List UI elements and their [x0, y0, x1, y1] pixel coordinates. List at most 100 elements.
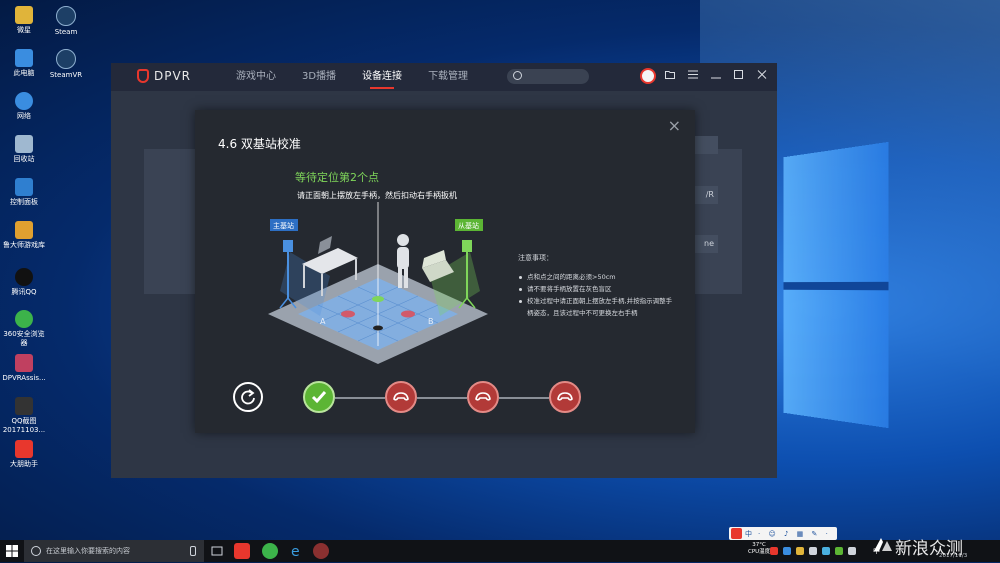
note-item: 校准过程中请正面朝上摆放左手柄,并按指示调整手柄姿态，且该过程中不可更换左右手柄	[518, 295, 678, 319]
taskbar-app-360-browser[interactable]	[262, 543, 278, 559]
dpvr-logo: DPVR	[137, 69, 191, 83]
msi-icon	[15, 6, 33, 24]
person-head-icon	[397, 234, 409, 246]
desktop-icon-dpvr-assistant[interactable]: DPVRAssis...	[0, 354, 48, 383]
maximize-button[interactable]	[732, 68, 746, 84]
folder-button[interactable]	[663, 68, 677, 84]
step-title: 等待定位第2个点	[295, 171, 379, 184]
desktop-icon-this-pc[interactable]: 此电脑	[0, 49, 48, 78]
desktop-icon-qq-screenshot[interactable]: QQ截图20171103...	[0, 397, 48, 435]
note-item: 点和点之间的距离必须>50cm	[518, 271, 678, 283]
ime-tool-icons: ⋅ ☺ ♪ ▦ ✎ ⋅	[758, 529, 831, 538]
desktop-icon-network[interactable]: 网络	[0, 92, 48, 121]
sub-station-label: 从基站	[458, 221, 479, 230]
taskbar-search-box[interactable]: 在这里输入你要搜索的内容	[24, 540, 204, 562]
steam-icon	[56, 6, 76, 26]
step-4	[549, 381, 581, 413]
taskbar-app-dpvr[interactable]	[234, 543, 250, 559]
taskbar-app-ie[interactable]: e	[289, 543, 305, 560]
cortana-icon	[31, 546, 41, 556]
note-item: 请不要将手柄放置在灰色盲区	[518, 283, 678, 295]
tray-app-icon[interactable]	[770, 547, 778, 555]
svg-text:e: e	[291, 544, 300, 559]
titlebar-controls	[631, 68, 769, 84]
controller-icon	[475, 392, 491, 401]
close-window-button[interactable]	[755, 68, 769, 84]
marker-right	[401, 310, 415, 318]
ime-mode-label: 中	[745, 529, 752, 538]
main-nav: 游戏中心 3D播播 设备连接 下载管理	[236, 63, 494, 91]
windows-wallpaper-logo	[783, 141, 889, 429]
image-file-icon	[15, 397, 33, 415]
taskbar-app-game[interactable]	[313, 543, 329, 559]
search-input[interactable]	[507, 69, 589, 84]
close-icon	[757, 70, 767, 79]
tray-app-icon[interactable]	[809, 547, 817, 555]
desktop-icon-steamvr[interactable]: SteamVR	[44, 49, 88, 79]
dialog-close-button[interactable]: ×	[668, 116, 681, 135]
sina-logo-icon	[874, 538, 892, 551]
user-avatar-button[interactable]	[640, 68, 656, 84]
step-2	[385, 381, 417, 413]
step-1	[303, 381, 335, 413]
minimize-icon	[711, 77, 721, 79]
folder-icon	[665, 71, 675, 79]
control-panel-icon	[15, 178, 33, 196]
calibration-dialog: 4.6 双基站校准 × 等待定位第2个点 请正面朝上摆放左手柄，然后扣动右手柄扳…	[195, 110, 695, 433]
desktop-icon-ludashi[interactable]: 鲁大师游戏库	[0, 221, 48, 250]
point-a-label: A	[320, 317, 326, 326]
tray-app-icon[interactable]	[783, 547, 791, 555]
reset-button[interactable]	[233, 382, 263, 412]
main-station-icon	[283, 240, 293, 252]
cpu-temperature: 37°C CPU温度	[748, 542, 771, 555]
marker-current	[372, 296, 384, 302]
desktop-icon-msi[interactable]: 微星	[0, 6, 48, 35]
notes-title: 注意事项：	[518, 254, 553, 262]
sogou-icon	[731, 528, 742, 539]
desktop-icon-qq[interactable]: 腾讯QQ	[0, 268, 48, 297]
dpvr-logo-icon	[137, 69, 149, 83]
ie-icon: e	[291, 544, 300, 560]
calibration-steps	[233, 380, 583, 416]
windows-start-icon[interactable]	[6, 545, 18, 557]
point-b-label: B	[428, 317, 434, 326]
steamvr-icon	[56, 49, 76, 69]
tray-app-icon[interactable]	[848, 547, 856, 555]
microphone-icon[interactable]	[190, 546, 196, 556]
laptop-icon	[318, 236, 332, 254]
desktop-icon-steam[interactable]: Steam	[44, 6, 88, 36]
taskbar-search-placeholder: 在这里输入你要搜索的内容	[46, 547, 130, 555]
tray-app-icon[interactable]	[822, 547, 830, 555]
desktop-icon-dapeng-helper[interactable]: 大朋助手	[0, 440, 48, 469]
reset-icon	[241, 389, 255, 405]
maximize-icon	[734, 70, 743, 79]
tray-app-icon[interactable]	[796, 547, 804, 555]
minimize-button[interactable]	[709, 68, 723, 84]
sub-station-icon	[462, 240, 472, 252]
desktop-icon-control-panel[interactable]: 控制面板	[0, 178, 48, 207]
menu-button[interactable]	[686, 68, 700, 84]
nav-download-manager[interactable]: 下载管理	[428, 63, 468, 91]
step-connector	[499, 397, 549, 399]
task-view-button[interactable]	[209, 543, 225, 559]
watermark: 新浪众测	[895, 539, 963, 559]
marker-left	[341, 310, 355, 318]
recycle-bin-icon	[15, 135, 33, 153]
desktop-icon-360-browser[interactable]: 360安全浏览器	[0, 310, 48, 348]
desktop-icon-recycle-bin[interactable]: 回收站	[0, 135, 48, 164]
avatar	[640, 68, 656, 84]
nav-device-connect[interactable]: 设备连接	[362, 63, 402, 91]
tray-app-icon[interactable]	[835, 547, 843, 555]
dpvr-assistant-icon	[15, 354, 33, 372]
check-icon	[311, 391, 327, 404]
menu-icon	[688, 70, 698, 79]
main-station-label: 主基站	[273, 221, 294, 230]
browser-360-icon	[15, 310, 33, 328]
qq-icon	[15, 268, 33, 286]
controller-icon	[557, 392, 573, 401]
nav-3d-player[interactable]: 3D播播	[302, 63, 336, 91]
dialog-title: 4.6 双基站校准	[218, 137, 301, 151]
controller-icon	[393, 392, 409, 401]
ime-toolbar[interactable]: 中 ⋅ ☺ ♪ ▦ ✎ ⋅	[729, 527, 837, 540]
nav-game-center[interactable]: 游戏中心	[236, 63, 276, 91]
